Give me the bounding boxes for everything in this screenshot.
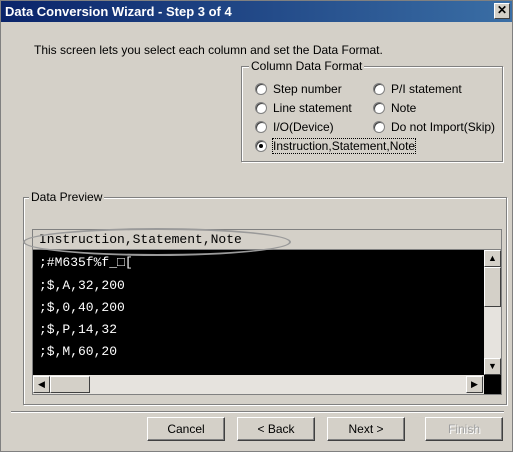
- cancel-button[interactable]: Cancel: [147, 417, 225, 441]
- horizontal-scroll-thumb[interactable]: [50, 376, 90, 393]
- radio-label: Do not Import(Skip): [391, 120, 496, 134]
- horizontal-scrollbar[interactable]: ◀ ▶: [33, 375, 484, 394]
- title-bar[interactable]: Data Conversion Wizard - Step 3 of 4 ✕: [1, 1, 512, 22]
- preview-row: ;#M635f%f_□[: [39, 255, 133, 270]
- radio-button[interactable]: [255, 83, 267, 95]
- radio-label: P/I statement: [391, 82, 462, 96]
- radio-button[interactable]: [255, 102, 267, 114]
- radio-button[interactable]: [255, 121, 267, 133]
- data-preview-label: Data Preview: [29, 190, 105, 204]
- radio-instruction-statement-note[interactable]: Instruction,Statement,Note: [255, 138, 417, 154]
- scroll-up-button[interactable]: ▲: [484, 250, 501, 267]
- radio-button[interactable]: [373, 121, 385, 133]
- radio-button-selected[interactable]: [255, 140, 267, 152]
- radio-line-statement[interactable]: Line statement: [255, 101, 352, 115]
- radio-label: I/O(Device): [273, 120, 334, 134]
- radio-label: Note: [391, 101, 417, 115]
- separator: [11, 411, 504, 413]
- radio-label: Line statement: [273, 101, 352, 115]
- radio-label: Step number: [273, 82, 342, 96]
- description-text: This screen lets you select each column …: [34, 43, 383, 57]
- arrow-left-icon: ◀: [38, 379, 45, 389]
- arrow-right-icon: ▶: [471, 379, 478, 389]
- radio-step-number[interactable]: Step number: [255, 82, 342, 96]
- radio-button[interactable]: [373, 83, 385, 95]
- arrow-down-icon: ▼: [488, 361, 497, 371]
- column-format-label: Column Data Format: [249, 59, 365, 73]
- preview-row: ;$,0,40,200: [39, 300, 125, 315]
- preview-row: ;$,P,14,32: [39, 322, 118, 337]
- next-button[interactable]: Next >: [327, 417, 405, 441]
- window-title: Data Conversion Wizard - Step 3 of 4: [5, 4, 232, 19]
- back-button[interactable]: < Back: [237, 417, 315, 441]
- finish-button[interactable]: Finish: [425, 417, 503, 441]
- scroll-left-button[interactable]: ◀: [33, 376, 50, 393]
- vertical-scrollbar[interactable]: ▲ ▼: [484, 250, 501, 375]
- radio-do-not-import[interactable]: Do not Import(Skip): [373, 120, 495, 134]
- header-highlight-ellipse: [23, 228, 291, 256]
- vertical-scroll-thumb[interactable]: [484, 267, 501, 307]
- close-icon: ✕: [496, 3, 508, 17]
- radio-button[interactable]: [373, 102, 385, 114]
- radio-note[interactable]: Note: [373, 101, 416, 115]
- wizard-window: Data Conversion Wizard - Step 3 of 4 ✕ T…: [0, 0, 513, 452]
- preview-row: ;$,M,60,20: [39, 344, 118, 359]
- radio-pi-statement[interactable]: P/I statement: [373, 82, 462, 96]
- arrow-up-icon: ▲: [488, 253, 497, 263]
- scroll-right-button[interactable]: ▶: [466, 376, 483, 393]
- radio-label: Instruction,Statement,Note: [271, 138, 417, 154]
- close-button[interactable]: ✕: [494, 3, 510, 19]
- radio-io-device[interactable]: I/O(Device): [255, 120, 334, 134]
- scroll-down-button[interactable]: ▼: [484, 358, 501, 375]
- preview-row: ;$,A,32,200: [39, 278, 125, 293]
